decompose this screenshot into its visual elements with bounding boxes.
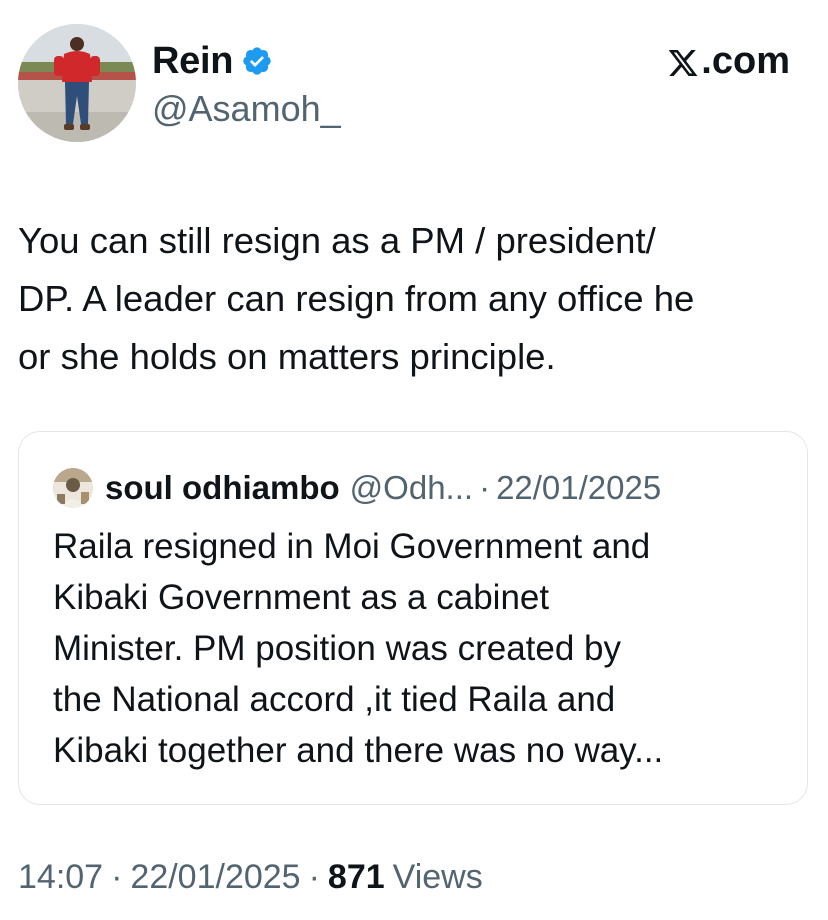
tweet-time[interactable]: 14:07 — [18, 858, 103, 897]
quoted-author-handle[interactable]: @Odh... — [350, 469, 473, 507]
quoted-text-line: Kibaki together and there was no way... — [53, 731, 664, 770]
tweet-date[interactable]: 22/01/2025 — [130, 858, 300, 897]
quoted-author-name[interactable]: soul odhiambo — [105, 469, 340, 507]
views-label: Views — [392, 858, 483, 896]
tweet-text-line: or she holds on matters principle. — [18, 336, 556, 377]
author-display-name[interactable]: Rein — [152, 40, 233, 83]
x-logo-icon — [667, 46, 699, 78]
quoted-tweet-text: Raila resigned in Moi Government and Kib… — [53, 521, 793, 776]
author-name-row[interactable]: Rein — [152, 38, 273, 84]
tweet-screenshot: Rein @Asamoh_ .com You can still resign … — [0, 0, 828, 920]
quoted-tweet-card[interactable]: soul odhiambo @Odh... · 22/01/2025 Raila… — [18, 431, 808, 805]
quoted-tweet-header: soul odhiambo @Odh... · 22/01/2025 — [53, 468, 661, 508]
dot-separator: · — [308, 858, 320, 896]
quoted-author-avatar[interactable] — [53, 468, 93, 508]
tweet-meta: 14:07 · 22/01/2025 · 871 Views — [18, 858, 483, 897]
site-label[interactable]: .com — [667, 40, 790, 83]
dot-separator: · — [479, 469, 491, 506]
avatar-photo — [18, 24, 136, 142]
tweet-text-line: You can still resign as a PM / president… — [18, 220, 656, 261]
dot-separator: · — [111, 858, 123, 896]
site-domain-text: .com — [701, 40, 790, 82]
author-avatar[interactable] — [18, 24, 136, 142]
quoted-tweet-date[interactable]: 22/01/2025 — [496, 469, 661, 507]
quoted-text-line: Raila resigned in Moi Government and — [53, 527, 651, 566]
verified-badge-icon — [241, 45, 273, 77]
quoted-avatar-photo — [53, 468, 93, 508]
tweet-text-line: DP. A leader can resign from any office … — [18, 278, 695, 319]
tweet-text: You can still resign as a PM / president… — [18, 212, 818, 386]
quoted-text-line: Kibaki Government as a cabinet — [53, 578, 550, 617]
quoted-text-line: Minister. PM position was created by — [53, 629, 622, 668]
author-handle[interactable]: @Asamoh_ — [152, 88, 341, 130]
quoted-text-line: the National accord ,it tied Raila and — [53, 680, 616, 719]
views-count[interactable]: 871 — [328, 858, 385, 897]
